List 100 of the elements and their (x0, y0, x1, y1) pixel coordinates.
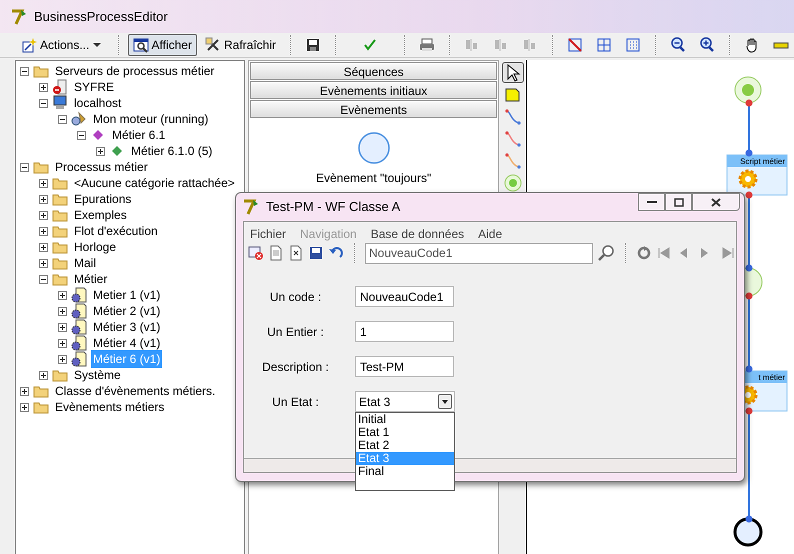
expand-icon[interactable] (39, 178, 48, 188)
expand-icon[interactable] (20, 402, 29, 412)
expand-icon[interactable] (39, 82, 48, 92)
menu-item[interactable]: Base de données (370, 225, 464, 242)
dropdown-value: Etat 3 (359, 394, 390, 410)
tree-item[interactable]: Mail (72, 254, 98, 272)
dot-grid-icon (625, 37, 641, 53)
tree-item[interactable]: Classe d'évènements métiers. (53, 382, 218, 400)
expand-icon[interactable] (39, 258, 48, 268)
toolbar-button[interactable]: Rafraîchir (200, 34, 281, 56)
palette-section-button[interactable]: Séquences (250, 62, 498, 80)
palette-section-button[interactable]: Evènements (250, 100, 498, 118)
script-task-node[interactable]: Script métier (726, 150, 788, 198)
expand-icon[interactable] (39, 242, 48, 252)
actions-icon (21, 37, 37, 53)
menu-item[interactable]: Aide (478, 225, 502, 242)
dropdown-option[interactable]: Etat 2 (356, 439, 454, 452)
tree-item[interactable]: Epurations (72, 190, 134, 208)
dropdown-option[interactable]: Final (356, 465, 454, 478)
tree-item[interactable]: Metier 1 (v1) (91, 286, 162, 304)
tree-item[interactable]: Métier (72, 270, 110, 288)
tree-item[interactable]: Processus métier (53, 158, 150, 176)
search-icon[interactable] (597, 244, 615, 262)
refresh-icon[interactable] (636, 245, 652, 261)
start-event-node[interactable] (734, 76, 762, 106)
tree-item[interactable]: Horloge (72, 238, 118, 256)
expand-icon[interactable] (20, 386, 29, 396)
grid-off-icon (567, 37, 583, 53)
collapse-icon[interactable] (20, 162, 29, 172)
expand-icon[interactable] (96, 146, 105, 156)
tree-item[interactable]: Métier 6.1.0 (5) (129, 142, 214, 160)
expand-icon[interactable] (39, 210, 48, 220)
process-file-icon (71, 287, 87, 303)
toolbar-button[interactable] (268, 245, 284, 261)
tree-item[interactable]: Exemples (72, 206, 129, 224)
end-event-node[interactable] (734, 516, 762, 546)
caret-icon (441, 398, 449, 404)
expand-icon[interactable] (58, 322, 67, 332)
text-field[interactable]: 1 (355, 321, 454, 342)
tree-item[interactable]: Système (72, 366, 123, 384)
dropdown-option[interactable]: Etat 1 (356, 426, 454, 439)
expand-icon[interactable] (39, 194, 48, 204)
start-event-icon (502, 172, 523, 192)
node-label: Script métier (740, 157, 785, 166)
collapse-icon[interactable] (20, 66, 29, 76)
toolbar-button[interactable] (288, 245, 304, 261)
align-icon (522, 37, 538, 53)
collapse-icon[interactable] (77, 130, 86, 140)
tree-item[interactable]: Métier 4 (v1) (91, 334, 162, 352)
tree-item[interactable]: Mon moteur (running) (91, 110, 210, 128)
toolbar-button[interactable] (248, 245, 264, 261)
search-field[interactable]: NouveauCode1 (365, 242, 593, 264)
connector-icon (502, 106, 523, 126)
tool-button[interactable] (502, 62, 524, 83)
delete-record-icon (248, 245, 264, 261)
input-port-dot[interactable] (746, 150, 752, 156)
expand-icon[interactable] (58, 338, 67, 348)
maximize-button[interactable] (665, 193, 692, 211)
toolbar-button[interactable]: Actions... (16, 34, 109, 56)
tree-item[interactable]: Flot d'exécution (72, 222, 160, 240)
expand-icon[interactable] (39, 226, 48, 236)
tree-item[interactable]: Métier 2 (v1) (91, 302, 162, 320)
zoom-in-icon (699, 37, 715, 53)
tree-item[interactable]: SYFRE (72, 78, 116, 96)
new-document-icon (268, 245, 284, 261)
dropdown-button[interactable] (438, 394, 452, 409)
output-port-dot[interactable] (746, 408, 752, 414)
collapse-icon[interactable] (39, 98, 48, 108)
menu-item[interactable]: Fichier (250, 225, 286, 242)
expand-icon[interactable] (39, 370, 48, 380)
expand-icon[interactable] (58, 306, 67, 316)
tree-item[interactable]: Evènements métiers (53, 398, 166, 416)
server-error-icon (52, 79, 68, 95)
close-icon (711, 198, 721, 206)
tree-item[interactable]: <Aucune catégorie rattachée> (72, 174, 237, 192)
palette-item-label: Evènement "toujours" (316, 170, 432, 187)
tree-item[interactable]: Métier 3 (v1) (91, 318, 162, 336)
tree-item[interactable]: localhost (72, 94, 124, 112)
maximize-icon (674, 198, 684, 206)
collapse-icon[interactable] (58, 114, 67, 124)
close-button[interactable] (692, 193, 740, 211)
tree-item[interactable]: Serveurs de processus métier (53, 62, 216, 80)
output-port-dot[interactable] (746, 192, 752, 198)
input-port-dot[interactable] (746, 366, 752, 372)
caret-icon (92, 40, 102, 50)
collapse-icon[interactable] (39, 274, 48, 284)
save-icon (305, 37, 321, 53)
event-circle-icon[interactable] (356, 131, 391, 165)
dropdown-option[interactable]: Initial (356, 413, 454, 426)
tree-item[interactable]: Métier 6.1 (110, 126, 168, 144)
expand-icon[interactable] (58, 290, 67, 300)
process-file-icon (71, 351, 87, 367)
minimize-button[interactable] (638, 193, 665, 211)
window-title: BusinessProcessEditor (34, 8, 168, 26)
text-field[interactable]: NouveauCode1 (355, 286, 454, 307)
toolbar-button[interactable] (308, 245, 324, 261)
expand-icon[interactable] (58, 354, 67, 364)
palette-section-button[interactable]: Evènements initiaux (250, 81, 498, 99)
text-field[interactable]: Test-PM (355, 356, 454, 377)
toolbar-button[interactable]: Afficher (128, 34, 197, 56)
